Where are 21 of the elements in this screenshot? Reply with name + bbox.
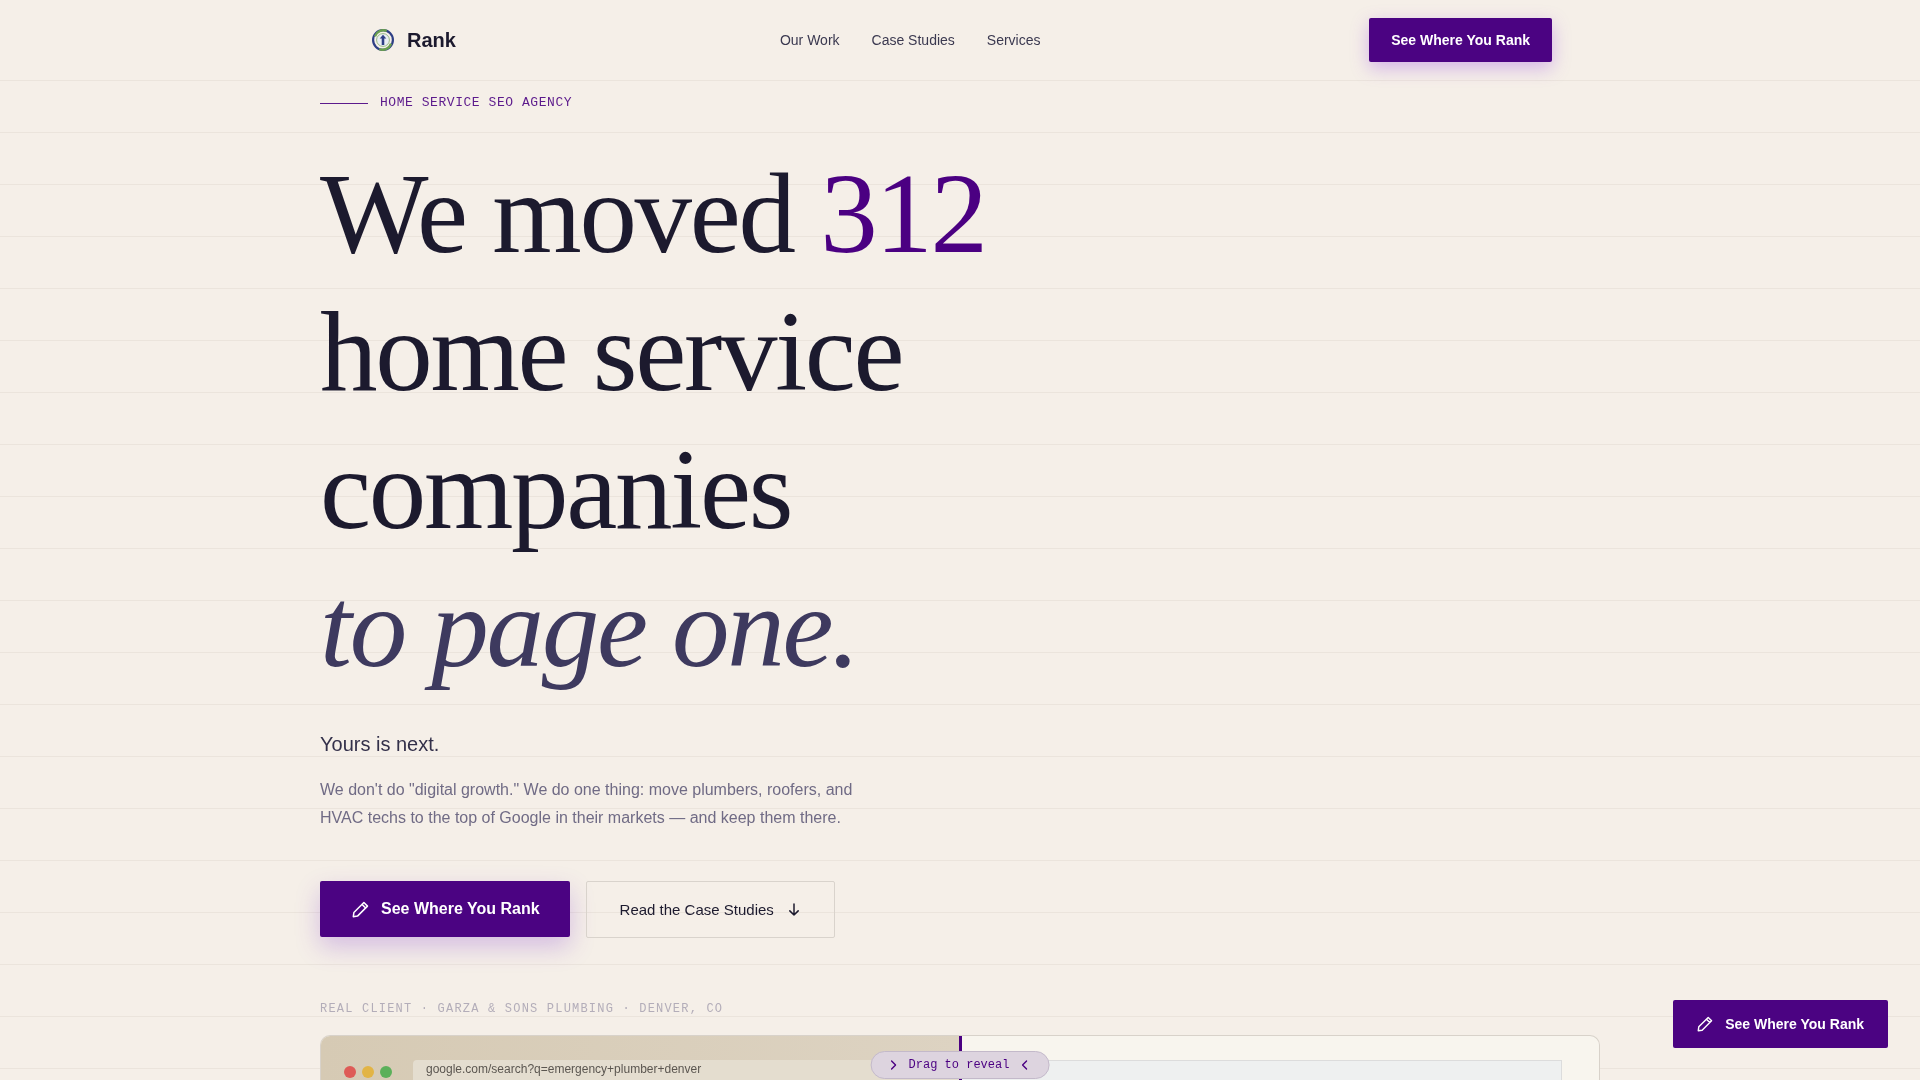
- chevron-left-icon: [1021, 1060, 1028, 1070]
- pencil-icon: [1697, 1016, 1714, 1032]
- hero-subheading: Yours is next.: [320, 732, 441, 757]
- drag-handle[interactable]: Drag to reveal: [870, 1051, 1050, 1079]
- primary-cta-button[interactable]: See Where You Rank: [320, 881, 570, 937]
- floating-cta-button[interactable]: See Where You Rank: [1673, 1000, 1888, 1048]
- nav-link[interactable]: Our Work: [779, 32, 840, 48]
- arrow-down-icon: [787, 903, 800, 916]
- header-cta-button[interactable]: See Where You Rank: [1369, 18, 1552, 62]
- secondary-cta-button[interactable]: Read the Case Studies: [585, 881, 835, 938]
- window-dots-icon: [344, 1066, 392, 1078]
- logo-icon: [372, 29, 394, 51]
- hero-description: We don't do "digital growth." We do one thing: move plumbers, roofers, and HVAC techs to the top of Google in their markets — and keep them there.: [320, 780, 854, 828]
- chevron-right-icon: [890, 1060, 897, 1070]
- brand-name: Rank: [407, 28, 456, 52]
- eyebrow-label: HOME SERVICE SEO AGENCY: [380, 94, 573, 112]
- client-caption: REAL CLIENT · GARZA & SONS PLUMBING · DENVER, CO: [320, 1001, 725, 1018]
- hero-heading: We moved 312 home service companies to page one.: [320, 149, 987, 693]
- pencil-icon: [352, 900, 369, 918]
- nav-link[interactable]: Services: [986, 32, 1041, 48]
- nav-link[interactable]: Case Studies: [871, 32, 955, 48]
